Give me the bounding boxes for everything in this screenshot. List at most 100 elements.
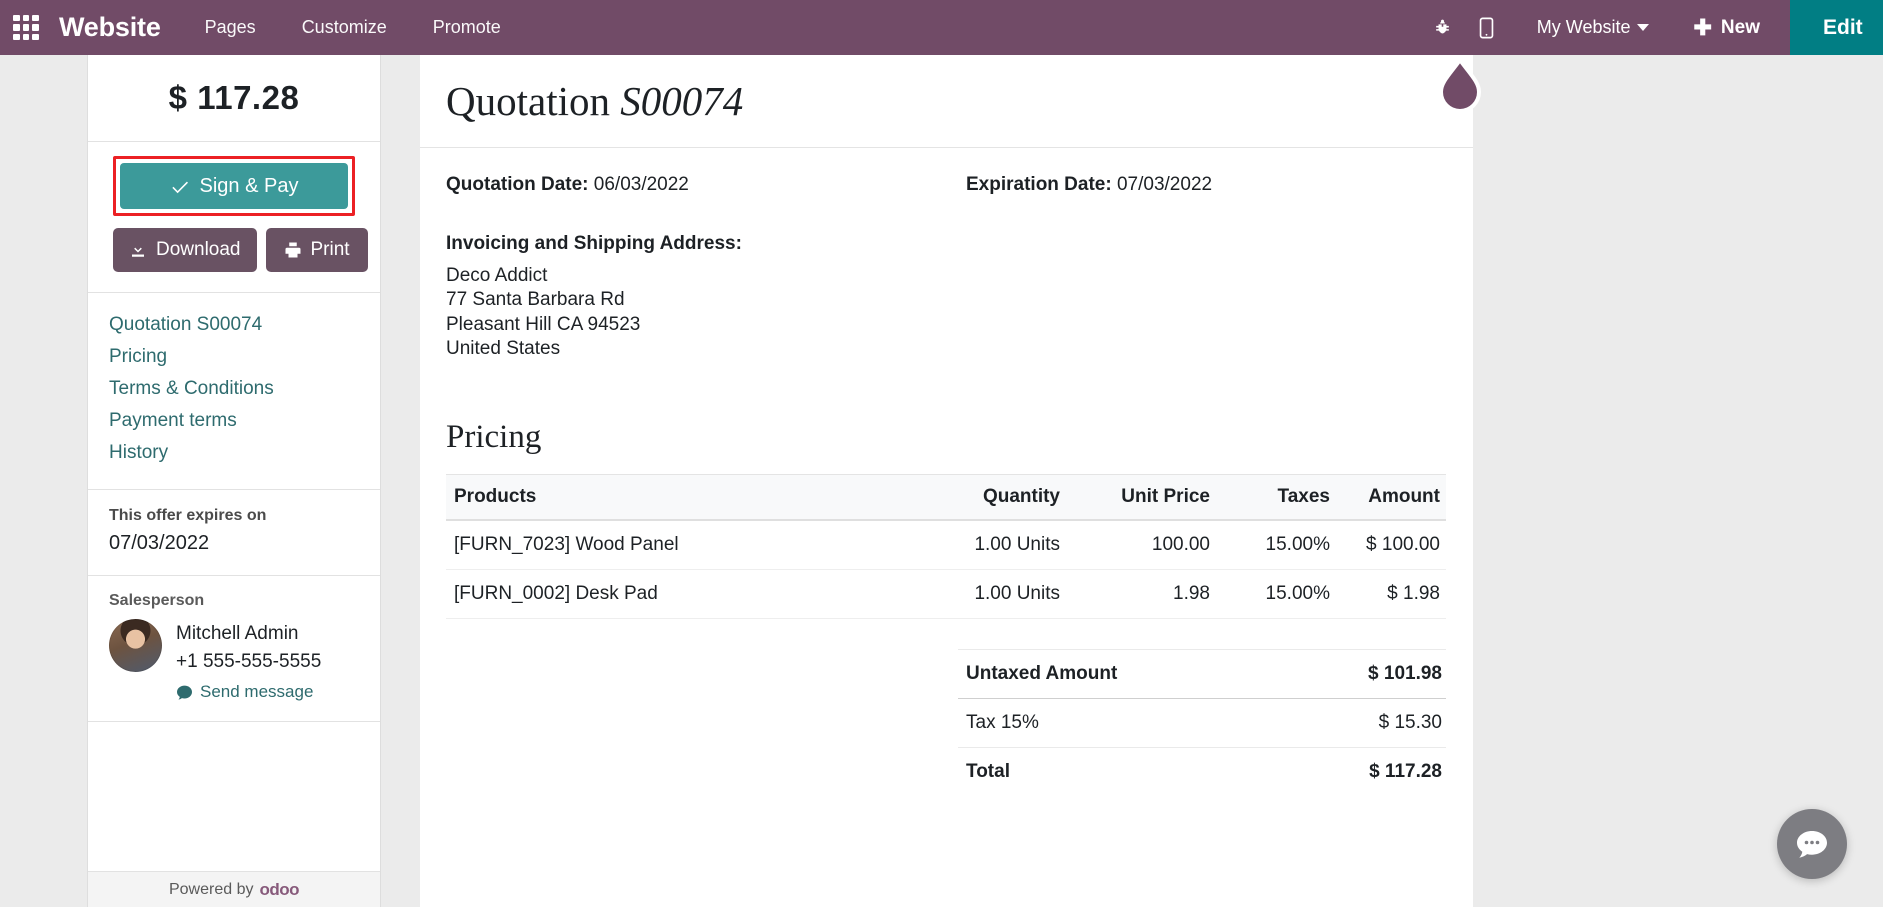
cell-amount: $ 100.00: [1336, 520, 1446, 571]
pricing-heading: Pricing: [446, 419, 542, 456]
expiration-date-value: 07/03/2022: [1116, 174, 1213, 195]
salesperson-label: Salesperson: [109, 592, 205, 609]
edit-button-label: Edit: [1823, 15, 1863, 39]
salesperson-row: Mitchell Admin +1 555-555-5555 Send mess…: [109, 619, 359, 702]
sidebar-link-quotation[interactable]: Quotation S00074: [88, 310, 380, 342]
sidebar-link-history[interactable]: History: [88, 438, 380, 470]
address-line: Pleasant Hill CA 94523: [446, 313, 641, 335]
column-header-amount: Amount: [1336, 474, 1446, 522]
cell-taxes: 15.00%: [1216, 520, 1336, 571]
page-title: Quotation S00074: [420, 55, 1473, 125]
order-lines-body: [FURN_7023] Wood Panel 1.00 Units 100.00…: [446, 520, 1446, 620]
address-block: Deco Addict 77 Santa Barbara Rd Pleasant…: [420, 255, 1473, 361]
right-margin-strip: [1473, 55, 1883, 907]
mobile-preview-icon[interactable]: [1465, 0, 1509, 55]
page-title-reference: S00074: [620, 78, 744, 124]
chat-support-button[interactable]: [1777, 809, 1847, 879]
quotation-sidebar: $ 117.28 Sign & Pay Download Print Quota…: [88, 55, 381, 907]
powered-by-footer: Powered by odoo: [88, 871, 380, 907]
print-label: Print: [310, 239, 350, 260]
page-title-prefix: Quotation: [446, 78, 610, 124]
sidebar-link-terms-conditions[interactable]: Terms & Conditions: [88, 374, 380, 406]
table-header-row: Products Quantity Unit Price Taxes Amoun…: [446, 474, 1446, 522]
cell-amount: $ 1.98: [1336, 569, 1446, 620]
quotation-date-label: Quotation Date:: [446, 174, 589, 195]
totals-table: Untaxed Amount $ 101.98 Tax 15% $ 15.30 …: [958, 649, 1446, 796]
cell-quantity: 1.00 Units: [896, 520, 1066, 571]
column-header-products: Products: [446, 474, 896, 522]
tax-label: Tax 15%: [958, 698, 1282, 749]
quotation-date-block: Quotation Date: 06/03/2022: [446, 174, 966, 196]
edit-button[interactable]: Edit: [1790, 0, 1883, 55]
sidebar-content-gap: [381, 55, 420, 907]
untaxed-amount-value: $ 101.98: [1281, 649, 1446, 700]
total-amount-value: $ 117.28: [168, 79, 300, 116]
order-lines-head: Products Quantity Unit Price Taxes Amoun…: [446, 474, 1446, 522]
offer-expiry-block: This offer expires on 07/03/2022: [88, 490, 380, 576]
column-header-taxes: Taxes: [1216, 474, 1336, 522]
apps-grid-dot: [32, 14, 39, 22]
chat-bubble-icon: [177, 685, 192, 700]
download-button[interactable]: Download: [113, 228, 257, 272]
apps-grid-dot: [13, 24, 20, 31]
expiration-date-block: Expiration Date: 07/03/2022: [966, 174, 1447, 196]
address-line: Deco Addict: [446, 265, 548, 286]
column-header-unit-price: Unit Price: [1066, 474, 1216, 522]
nav-promote[interactable]: Promote: [433, 17, 501, 38]
salesperson-block: Salesperson Mitchell Admin +1 555-555-55…: [88, 576, 380, 723]
send-message-link[interactable]: Send message: [176, 682, 321, 702]
totals-body: Untaxed Amount $ 101.98 Tax 15% $ 15.30 …: [958, 649, 1446, 797]
plus-icon: ✚: [1693, 14, 1712, 40]
totals-row-untaxed: Untaxed Amount $ 101.98: [958, 649, 1446, 700]
apps-grid-dot: [22, 14, 30, 22]
app-brand-website[interactable]: Website: [59, 12, 161, 43]
apps-grid-dot: [13, 14, 20, 22]
top-navbar: Website Pages Customize Promote My Websi…: [0, 0, 1883, 55]
total-label: Total: [966, 761, 1010, 783]
total-value: $ 117.28: [1369, 761, 1442, 783]
map-pin-teardrop-icon[interactable]: [1437, 58, 1483, 116]
address-line: United States: [446, 337, 561, 359]
chevron-down-icon: [1637, 24, 1650, 31]
website-selector[interactable]: My Website: [1537, 17, 1650, 38]
salesperson-name: Mitchell Admin: [176, 623, 299, 644]
sidebar-nav-links: Quotation S00074 Pricing Terms & Conditi…: [88, 293, 380, 490]
check-icon: [171, 181, 188, 194]
quotation-date-line: Quotation Date: 06/03/2022: [446, 174, 966, 196]
cell-quantity: 1.00 Units: [896, 569, 1066, 620]
offer-expiry-label: This offer expires on: [109, 507, 267, 524]
page-body: $ 117.28 Sign & Pay Download Print Quota…: [0, 55, 1883, 907]
cell-product: [FURN_7023] Wood Panel: [446, 520, 896, 571]
apps-grid-icon[interactable]: [13, 14, 39, 41]
new-button[interactable]: ✚ New: [1693, 14, 1760, 40]
dates-row: Quotation Date: 06/03/2022 Expiration Da…: [420, 148, 1473, 196]
salesperson-info: Mitchell Admin +1 555-555-5555 Send mess…: [176, 619, 321, 702]
totals-row-tax: Tax 15% $ 15.30: [958, 698, 1446, 749]
cell-unit-price: 100.00: [1066, 520, 1216, 571]
address-line: 77 Santa Barbara Rd: [446, 289, 625, 311]
website-selector-label: My Website: [1536, 17, 1631, 37]
download-label: Download: [156, 239, 241, 260]
quotation-date-value: 06/03/2022: [593, 174, 689, 195]
table-row: [FURN_7023] Wood Panel 1.00 Units 100.00…: [446, 520, 1446, 571]
action-buttons-block: Sign & Pay Download Print: [88, 142, 380, 293]
expiration-date-label: Expiration Date:: [966, 174, 1112, 195]
address-heading: Invoicing and Shipping Address:: [446, 233, 742, 254]
nav-customize[interactable]: Customize: [302, 17, 387, 38]
chat-bubble-icon: [1797, 831, 1827, 858]
odoo-logo: odoo: [259, 879, 300, 899]
bug-icon[interactable]: [1421, 0, 1465, 55]
sign-and-pay-button[interactable]: Sign & Pay: [120, 163, 348, 209]
cell-unit-price: 1.98: [1066, 569, 1216, 620]
untaxed-amount-label: Untaxed Amount: [958, 649, 1282, 700]
sidebar-link-pricing[interactable]: Pricing: [88, 342, 380, 374]
offer-expiry-date: 07/03/2022: [109, 532, 210, 554]
sidebar-link-payment-terms[interactable]: Payment terms: [88, 406, 380, 438]
tax-value: $ 15.30: [1281, 698, 1446, 749]
print-button[interactable]: Print: [265, 228, 368, 272]
column-header-quantity: Quantity: [896, 474, 1066, 522]
total-amount-block: $ 117.28: [88, 55, 380, 142]
nav-pages[interactable]: Pages: [205, 17, 256, 38]
order-lines-table: Products Quantity Unit Price Taxes Amoun…: [446, 474, 1446, 620]
printer-icon: [285, 242, 300, 258]
